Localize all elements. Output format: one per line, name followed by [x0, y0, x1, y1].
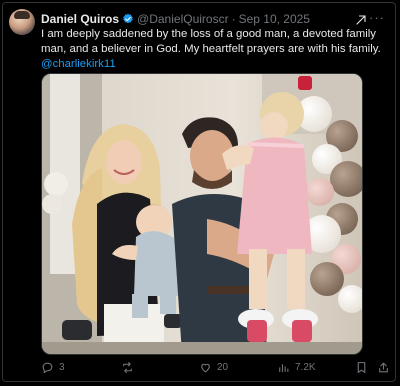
separator-dot: ·	[231, 12, 236, 26]
action-bar: 3 20 7.2K	[41, 361, 389, 379]
repost-button[interactable]	[121, 361, 139, 374]
post-card[interactable]: Daniel Quiros @DanielQuiroscr · Sep 10, …	[2, 2, 396, 382]
share-icon	[379, 362, 388, 373]
bookmark-button[interactable]	[355, 361, 368, 374]
views-icon	[279, 364, 289, 372]
reply-count: 3	[59, 362, 65, 373]
views-button[interactable]: 7.2K	[277, 361, 316, 374]
author-name[interactable]: Daniel Quiros	[41, 12, 119, 26]
grok-icon[interactable]	[355, 14, 367, 26]
heart-icon	[201, 363, 210, 373]
repost-icon	[123, 362, 132, 373]
views-count: 7.2K	[295, 362, 316, 373]
post-header: Daniel Quiros @DanielQuiroscr · Sep 10, …	[41, 10, 389, 28]
post-image[interactable]	[41, 73, 363, 355]
reply-icon	[42, 362, 53, 374]
author-avatar[interactable]	[9, 9, 35, 35]
like-count: 20	[217, 362, 229, 373]
bookmark-icon	[357, 362, 366, 374]
post-date[interactable]: Sep 10, 2025	[239, 12, 310, 26]
like-button[interactable]: 20	[199, 361, 228, 374]
verified-badge-icon	[123, 13, 133, 24]
share-button[interactable]	[377, 361, 390, 374]
post-body: I am deeply saddened by the loss of a go…	[41, 28, 381, 55]
author-handle[interactable]: @DanielQuiroscr	[137, 12, 229, 26]
mention-link[interactable]: @charliekirk11	[41, 57, 391, 72]
post-text: I am deeply saddened by the loss of a go…	[41, 27, 391, 72]
reply-button[interactable]: 3	[41, 361, 65, 374]
more-icon[interactable]: ···	[369, 10, 385, 25]
